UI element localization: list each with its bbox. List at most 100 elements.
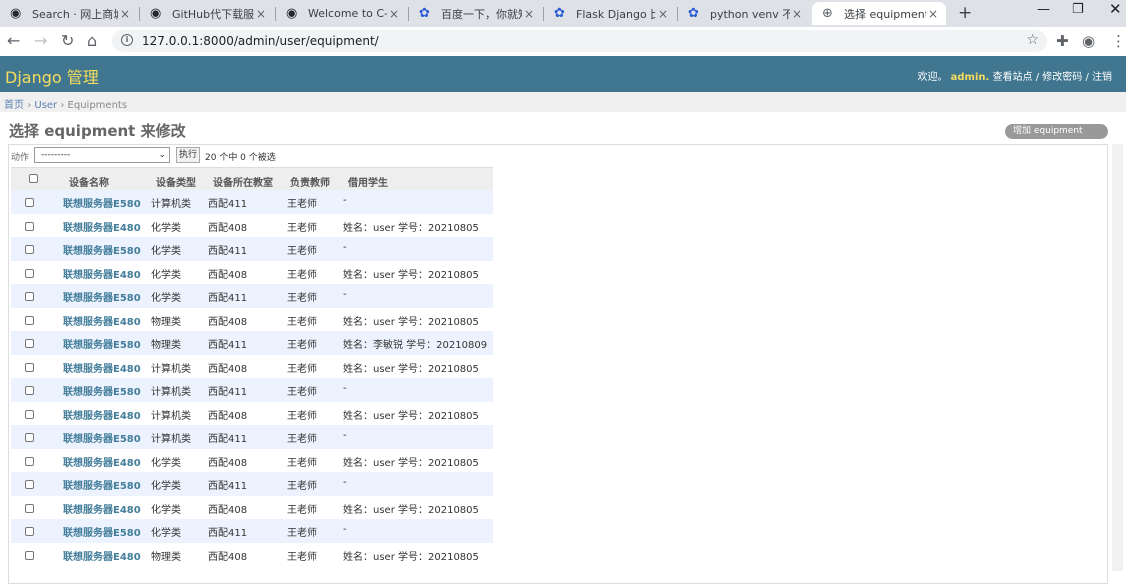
row-checkbox[interactable]: [25, 315, 34, 325]
restore-icon[interactable]: ❐: [1072, 2, 1084, 17]
user-tools-sep: /: [1085, 72, 1089, 83]
browser-tab[interactable]: ✿ Flask Django 比 ×: [544, 2, 676, 25]
row-checkbox[interactable]: [25, 245, 34, 254]
row-checkbox[interactable]: [25, 433, 34, 442]
table-row: 联想服务器E580 化学类 西配411 王老师 -: [11, 519, 493, 543]
row-checkbox[interactable]: [25, 221, 34, 231]
tab-close-icon[interactable]: ×: [387, 7, 401, 21]
cell-room: 西配408: [208, 457, 248, 469]
address-bar[interactable]: i 127.0.0.1:8000/admin/user/equipment/ ☆: [112, 30, 1047, 52]
cell-type: 化学类: [151, 504, 181, 516]
cell-name[interactable]: 联想服务器E580: [63, 195, 141, 210]
run-action-button[interactable]: 执行: [176, 147, 200, 163]
row-checkbox[interactable]: [25, 550, 34, 560]
cell-name[interactable]: 联想服务器E580: [63, 430, 141, 445]
row-checkbox[interactable]: [25, 292, 34, 301]
username: admin.: [950, 72, 990, 83]
cell-name[interactable]: 联想服务器E580: [63, 242, 141, 257]
row-checkbox[interactable]: [25, 503, 34, 513]
cell-name[interactable]: 联想服务器E480: [63, 219, 141, 234]
breadcrumb-home[interactable]: 首页: [4, 100, 24, 111]
site-brand[interactable]: Django 管理: [5, 64, 99, 88]
cell-student: 姓名：user 学号：20210805: [343, 269, 479, 281]
browser-tab[interactable]: ✿ python venv 不 ×: [678, 2, 810, 25]
github-icon: ◉: [286, 5, 298, 21]
cell-room: 西配411: [208, 293, 248, 304]
cell-name[interactable]: 联想服务器E480: [63, 501, 141, 516]
new-tab-button[interactable]: +: [958, 3, 972, 23]
browser-tab[interactable]: ✿ 百度一下，你就知 ×: [409, 2, 542, 25]
cell-room: 西配411: [208, 434, 248, 445]
action-select-value: ---------: [41, 150, 71, 160]
view-site-link[interactable]: 查看站点: [993, 72, 1033, 83]
cell-name[interactable]: 联想服务器E480: [63, 313, 141, 328]
cell-name[interactable]: 联想服务器E580: [63, 336, 141, 351]
add-equipment-button[interactable]: 增加 equipment: [1005, 124, 1108, 139]
table-row: 联想服务器E480 化学类 西配408 王老师 姓名：user 学号：20210805: [11, 261, 493, 285]
column-header-teacher[interactable]: 负责教师: [290, 174, 330, 189]
site-info-icon[interactable]: i: [121, 34, 133, 46]
extensions-icon[interactable]: ✚: [1056, 32, 1069, 50]
baidu-paw-icon: ✿: [419, 5, 430, 21]
cell-teacher: 王老师: [287, 363, 317, 375]
cell-name[interactable]: 联想服务器E480: [63, 407, 141, 422]
breadcrumb-app[interactable]: User: [34, 100, 57, 111]
tab-title: python venv 不: [710, 7, 790, 21]
profile-icon[interactable]: ◉: [1082, 32, 1095, 50]
select-all-checkbox[interactable]: [29, 174, 38, 183]
cell-room: 西配411: [208, 387, 248, 398]
row-checkbox[interactable]: [25, 480, 34, 489]
action-select[interactable]: --------- ⌄: [34, 147, 170, 163]
cell-name[interactable]: 联想服务器E480: [63, 548, 141, 563]
reload-icon[interactable]: ↻: [61, 31, 74, 51]
back-icon[interactable]: ←: [7, 31, 20, 51]
cell-name[interactable]: 联想服务器E480: [63, 360, 141, 375]
browser-tab[interactable]: ◉ Search · 网上商城 ×: [0, 2, 138, 25]
home-icon[interactable]: ⌂: [87, 31, 97, 51]
window-close-icon[interactable]: ✕: [1109, 0, 1122, 18]
column-header-name[interactable]: 设备名称: [69, 174, 109, 189]
cell-name[interactable]: 联想服务器E580: [63, 289, 141, 304]
browser-tab[interactable]: ◉ Welcome to C-L ×: [276, 2, 407, 25]
row-checkbox[interactable]: [25, 268, 34, 278]
cell-teacher: 王老师: [287, 293, 317, 304]
cell-teacher: 王老师: [287, 528, 317, 539]
row-checkbox[interactable]: [25, 362, 34, 372]
browser-tab[interactable]: ◉ GitHub代下载服务×: [140, 2, 274, 25]
cell-name[interactable]: 联想服务器E580: [63, 524, 141, 539]
tab-close-icon[interactable]: ×: [118, 7, 132, 21]
logout-link[interactable]: 注销: [1092, 72, 1112, 83]
cell-type: 计算机类: [151, 199, 191, 210]
page-title: 选择 equipment 来修改: [9, 122, 186, 140]
cell-name[interactable]: 联想服务器E480: [63, 266, 141, 281]
row-checkbox[interactable]: [25, 198, 34, 207]
bookmark-star-icon[interactable]: ☆: [1026, 32, 1039, 48]
minimize-icon[interactable]: —: [1037, 2, 1050, 17]
tab-title: 选择 equipment: [844, 7, 926, 21]
row-checkbox[interactable]: [25, 527, 34, 536]
cell-teacher: 王老师: [287, 551, 317, 563]
table-row: 联想服务器E480 计算机类 西配408 王老师 姓名：user 学号：20210805: [11, 355, 493, 379]
row-checkbox[interactable]: [25, 386, 34, 395]
cell-name[interactable]: 联想服务器E580: [63, 477, 141, 492]
menu-kebab-icon[interactable]: ⋮: [1111, 32, 1126, 50]
tab-close-icon[interactable]: ×: [656, 7, 670, 21]
row-checkbox[interactable]: [25, 339, 34, 348]
tab-close-icon[interactable]: ×: [522, 7, 536, 21]
change-password-link[interactable]: 修改密码: [1042, 72, 1082, 83]
column-header-student[interactable]: 借用学生: [348, 174, 388, 189]
table-row: 联想服务器E480 物理类 西配408 王老师 姓名：user 学号：20210805: [11, 543, 493, 567]
cell-name[interactable]: 联想服务器E480: [63, 454, 141, 469]
cell-name[interactable]: 联想服务器E580: [63, 383, 141, 398]
tab-close-icon[interactable]: ×: [926, 7, 940, 21]
row-checkbox[interactable]: [25, 456, 34, 466]
column-header-room[interactable]: 设备所在教室: [213, 174, 273, 189]
row-checkbox[interactable]: [25, 409, 34, 419]
forward-icon[interactable]: →: [34, 31, 47, 51]
tab-close-icon[interactable]: ×: [254, 7, 268, 21]
column-header-type[interactable]: 设备类型: [156, 174, 196, 189]
page-scrollbar[interactable]: [1112, 144, 1123, 571]
cell-teacher: 王老师: [287, 199, 317, 210]
browser-tab[interactable]: ⊕ 选择 equipment ×: [812, 2, 946, 25]
tab-close-icon[interactable]: ×: [790, 7, 804, 21]
